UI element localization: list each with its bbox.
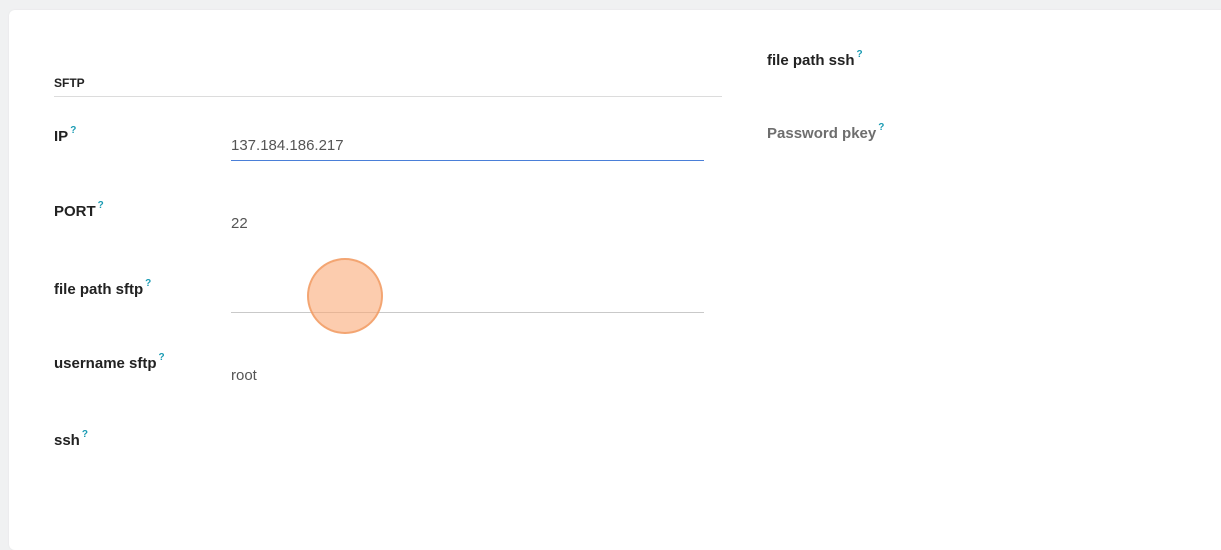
username-sftp-input[interactable]: root <box>231 367 257 384</box>
help-icon[interactable]: ? <box>70 125 76 136</box>
ip-label-text: IP <box>54 128 69 145</box>
settings-panel <box>9 10 1221 550</box>
file-path-ssh-label: file path ssh? <box>767 49 863 69</box>
file-path-sftp-underline <box>231 312 704 313</box>
password-pkey-label: Password pkey? <box>767 122 884 142</box>
password-pkey-label-text: Password pkey <box>767 125 877 142</box>
section-divider <box>54 96 722 97</box>
help-icon[interactable]: ? <box>145 278 151 289</box>
help-icon[interactable]: ? <box>82 429 88 440</box>
ssh-label-text: ssh <box>54 432 80 449</box>
file-path-sftp-label-text: file path sftp <box>54 281 144 298</box>
ssh-label: ssh? <box>54 429 88 449</box>
help-icon[interactable]: ? <box>159 352 165 363</box>
ip-input[interactable]: 137.184.186.217 <box>231 137 344 154</box>
port-label-text: PORT <box>54 203 96 220</box>
ip-label: IP? <box>54 125 76 145</box>
ip-input-underline <box>231 160 704 161</box>
click-indicator <box>307 258 383 334</box>
username-sftp-label: username sftp? <box>54 352 165 372</box>
file-path-ssh-label-text: file path ssh <box>767 52 855 69</box>
port-input[interactable]: 22 <box>231 215 248 232</box>
username-sftp-label-text: username sftp <box>54 355 157 372</box>
file-path-sftp-label: file path sftp? <box>54 278 151 298</box>
help-icon[interactable]: ? <box>98 200 104 211</box>
help-icon[interactable]: ? <box>878 122 884 133</box>
section-title: SFTP <box>54 76 85 90</box>
help-icon[interactable]: ? <box>857 49 863 60</box>
file-path-sftp-input[interactable] <box>231 290 704 310</box>
port-label: PORT? <box>54 200 104 220</box>
